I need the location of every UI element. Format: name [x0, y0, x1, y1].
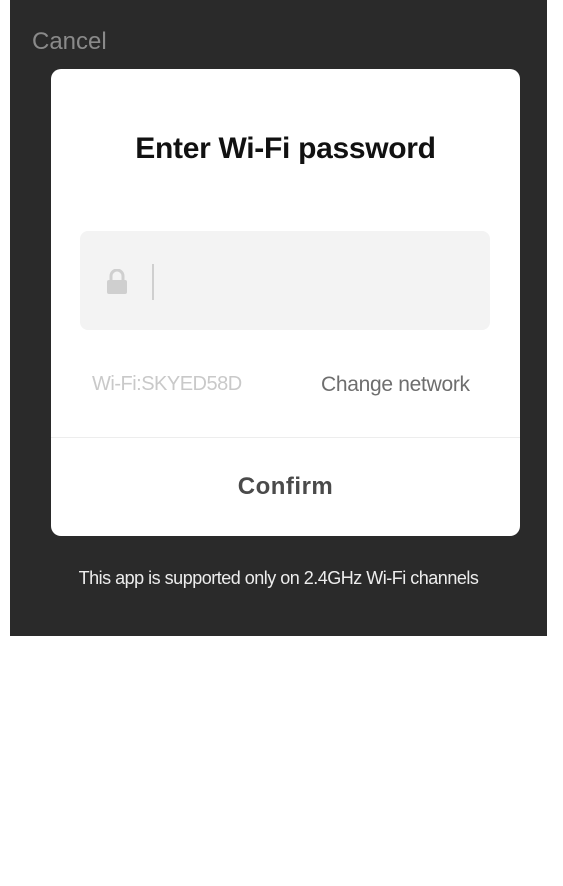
password-input[interactable]: [160, 256, 474, 308]
password-field[interactable]: [80, 231, 490, 330]
dialog-title: Enter Wi-Fi password: [135, 132, 436, 165]
text-cursor: [152, 264, 154, 300]
current-network-label: Wi-Fi:SKYED58D: [92, 373, 242, 395]
network-row: Wi-Fi:SKYED58D Change network: [51, 369, 520, 405]
wifi-password-dialog: Enter Wi-Fi password Wi-Fi:SKYED58D Chan…: [51, 69, 520, 536]
support-note: This app is supported only on 2.4GHz Wi-…: [78, 568, 479, 588]
lock-icon: [107, 269, 127, 294]
cancel-button[interactable]: Cancel: [32, 28, 107, 56]
confirm-button[interactable]: Confirm: [51, 437, 520, 536]
wifi-password-screen: Cancel Enter Wi-Fi password Wi-Fi:SKYED5…: [10, 0, 547, 636]
change-network-link[interactable]: Change network: [321, 373, 470, 397]
